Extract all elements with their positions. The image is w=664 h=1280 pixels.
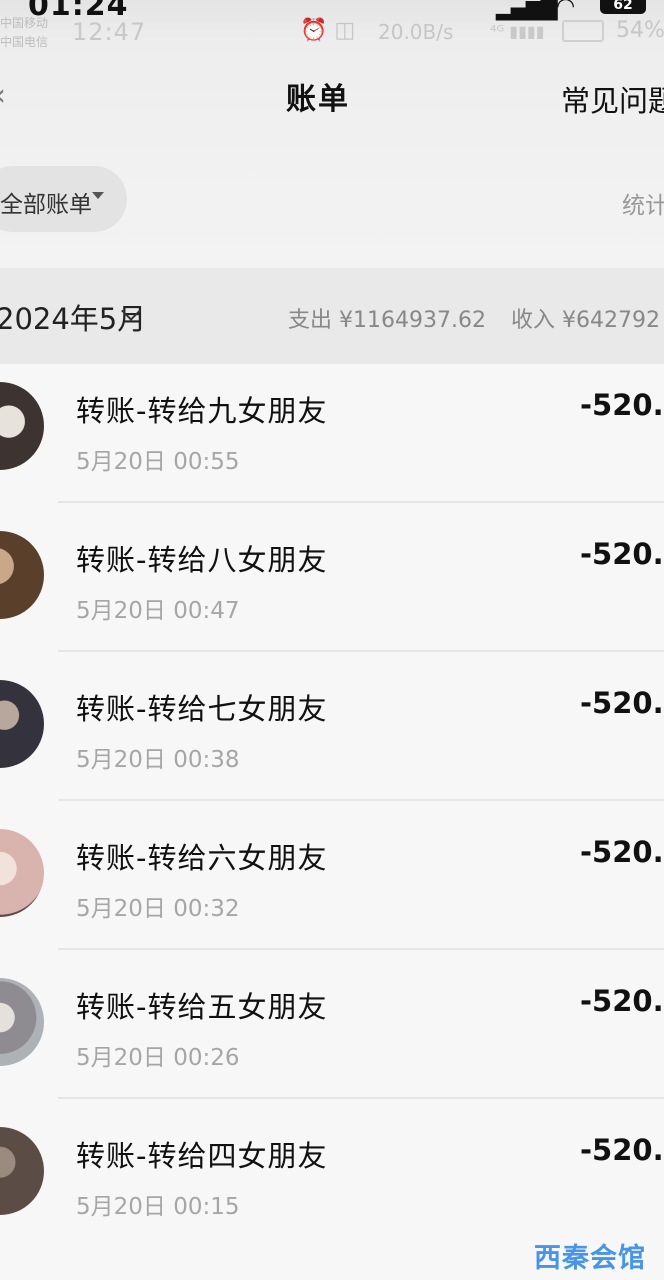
transaction-time: 5月20日 00:26: [76, 1045, 240, 1071]
status-time-overlay: 01:24: [28, 0, 129, 23]
avatar: [0, 1127, 44, 1215]
divider: [58, 799, 664, 801]
battery-icon: [562, 20, 604, 42]
transaction-amount: -520.00: [580, 537, 664, 571]
wifi-icon: ◠: [556, 0, 576, 19]
transaction-row[interactable]: 转账-转给五女朋友 5月20日 00:26 -520.00: [0, 960, 664, 1109]
avatar: [0, 531, 44, 619]
transaction-row[interactable]: 转账-转给九女朋友 5月20日 00:55 -520.00: [0, 364, 664, 513]
carrier-bottom: 中国电信: [0, 35, 49, 49]
transaction-amount: -520.00: [580, 1133, 664, 1167]
transaction-list: 转账-转给九女朋友 5月20日 00:55 -520.00 转账-转给八女朋友 …: [0, 364, 664, 1280]
expense-total: 支出 ¥1164937.62: [288, 308, 486, 333]
transaction-amount: -520.00: [580, 984, 664, 1018]
status-bar: 中国移动 中国电信 12:47 ⏰ ◫ 20.0B/s ⁴ᴳ ▮▮▮▮ 54% …: [0, 0, 664, 58]
transaction-amount: -520.00: [580, 686, 664, 720]
transaction-row[interactable]: 转账-转给七女朋友 5月20日 00:38 -520.00: [0, 662, 664, 811]
transaction-amount: -520.00: [580, 835, 664, 869]
alarm-icon: ⏰ ◫: [300, 18, 356, 43]
bill-page: 中国移动 中国电信 12:47 ⏰ ◫ 20.0B/s ⁴ᴳ ▮▮▮▮ 54% …: [0, 0, 664, 1280]
transaction-row[interactable]: 转账-转给六女朋友 5月20日 00:32 -520.00: [0, 811, 664, 960]
transaction-title: 转账-转给六女朋友: [76, 841, 328, 875]
avatar: [0, 382, 44, 470]
divider: [58, 650, 664, 652]
month-totals: 支出 ¥1164937.62 收入 ¥642792: [288, 302, 664, 334]
transaction-title: 转账-转给四女朋友: [76, 1139, 328, 1173]
transaction-amount: -520.00: [580, 388, 664, 422]
transaction-time: 5月20日 00:38: [76, 747, 240, 773]
net-speed: 20.0B/s: [378, 20, 454, 44]
transaction-time: 5月20日 00:55: [76, 449, 240, 475]
transaction-title: 转账-转给八女朋友: [76, 543, 328, 577]
nav-header: ‹ 账单 常见问题: [0, 60, 664, 130]
divider: [58, 1097, 664, 1099]
statistics-link[interactable]: 统计: [622, 186, 664, 220]
divider: [58, 948, 664, 950]
page-title: 账单: [286, 82, 350, 117]
caret-down-icon[interactable]: [92, 192, 104, 199]
watermark-logo: 西秦会馆: [534, 1243, 646, 1274]
battery-percent: 54%: [616, 18, 664, 43]
divider: [58, 501, 664, 503]
transaction-time: 5月20日 00:32: [76, 896, 240, 922]
income-total: 收入 ¥642792: [510, 308, 660, 333]
transaction-time: 5月20日 00:47: [76, 598, 240, 624]
transaction-title: 转账-转给五女朋友: [76, 990, 328, 1024]
faq-link[interactable]: 常见问题: [561, 78, 664, 120]
month-selector[interactable]: 2024年5月: [0, 296, 146, 338]
signal-icon: ⁴ᴳ ▮▮▮▮: [490, 22, 545, 41]
bill-filter-label[interactable]: 全部账单: [0, 185, 92, 219]
transaction-time: 5月20日 00:15: [76, 1194, 240, 1220]
cellular-signal-icon: ▂▄▆█: [496, 0, 558, 21]
battery-overlay-icon: 62: [600, 0, 646, 14]
transaction-title: 转账-转给九女朋友: [76, 394, 328, 428]
avatar: [0, 680, 44, 768]
transaction-row[interactable]: 转账-转给八女朋友 5月20日 00:47 -520.00: [0, 513, 664, 662]
avatar: [0, 829, 44, 917]
avatar: [0, 978, 44, 1066]
transaction-title: 转账-转给七女朋友: [76, 692, 328, 726]
